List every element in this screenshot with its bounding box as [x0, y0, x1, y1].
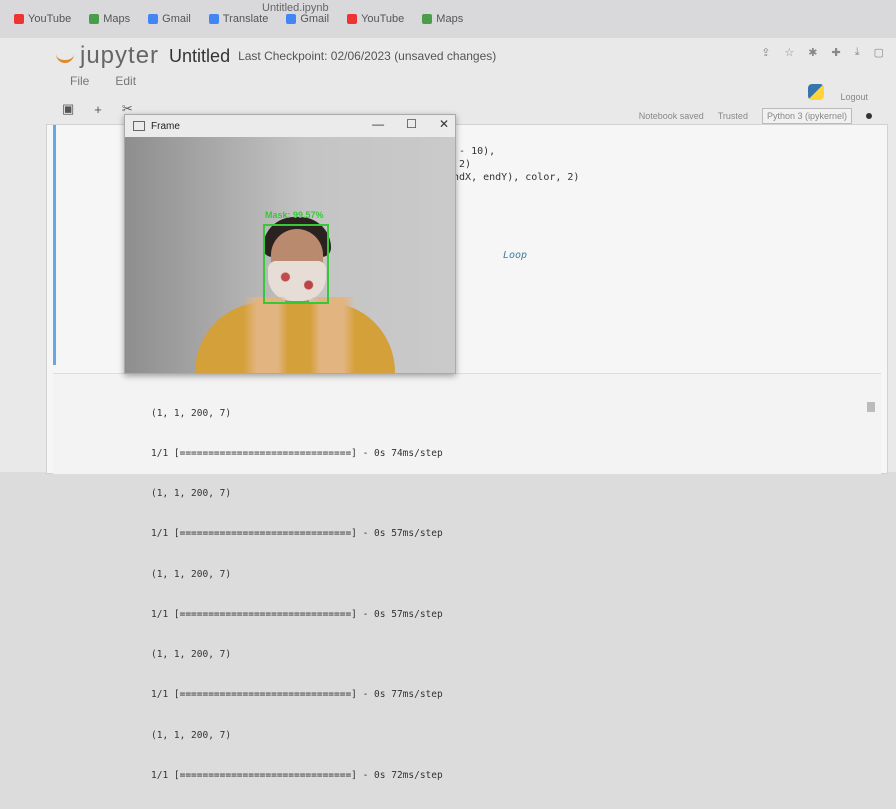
share-icon[interactable]: ⇪: [761, 46, 770, 59]
output-line: 1/1 [==============================] - 0…: [151, 448, 443, 460]
detection-box: [263, 224, 329, 304]
notebook-saved-label: Notebook saved: [638, 111, 704, 121]
person-scarf: [229, 297, 369, 373]
kernel-name[interactable]: Python 3 (ipykernel): [761, 108, 852, 124]
selected-cell-indicator: [53, 125, 56, 365]
bookmark-translate[interactable]: Translate: [208, 13, 268, 25]
frame-window[interactable]: Frame — ☐ ✕ Mask: 99.57%: [124, 114, 456, 374]
menu-file[interactable]: File: [70, 74, 89, 96]
star-icon[interactable]: ☆: [784, 46, 794, 59]
maps-icon: [422, 14, 433, 24]
minimize-button[interactable]: —: [372, 117, 384, 131]
code-comment: Loop: [503, 250, 528, 261]
output-line: (1, 1, 200, 7): [151, 649, 232, 661]
bookmark-youtube[interactable]: YouTube: [14, 13, 71, 25]
output-line: 1/1 [==============================] - 0…: [151, 608, 443, 620]
bookmarks-bar: YouTube Maps Gmail Translate Gmail YouTu…: [0, 0, 896, 38]
youtube-icon: [347, 14, 358, 24]
output-text: (1, 1, 200, 7) 1/1 [====================…: [151, 380, 443, 809]
menu-bar: File Edit: [56, 74, 896, 96]
output-line: 1/1 [==============================] - 0…: [151, 689, 443, 701]
code-line: , 2): [447, 159, 472, 170]
jupyter-orb-icon: [56, 50, 74, 63]
close-button[interactable]: ✕: [439, 117, 449, 131]
code-line: Y - 10),: [447, 146, 496, 157]
window-app-icon: [133, 121, 145, 131]
frame-title: Frame: [151, 120, 180, 132]
trusted-label[interactable]: Trusted: [718, 111, 748, 121]
kernel-status: Notebook saved Trusted Python 3 (ipykern…: [639, 108, 872, 124]
tab-title[interactable]: Untitled.ipynb: [262, 2, 329, 14]
code-cell[interactable]: Y - 10), , 2) endX, endY), color, 2) Loop: [447, 145, 579, 262]
google-icon: [286, 14, 297, 24]
save-icon[interactable]: ▣: [62, 101, 74, 117]
output-line: (1, 1, 200, 7): [151, 568, 232, 580]
output-line: (1, 1, 200, 7): [151, 729, 232, 741]
add-cell-icon[interactable]: +: [94, 102, 102, 117]
download-icon[interactable]: ⤓: [855, 46, 860, 59]
youtube-icon: [14, 14, 24, 24]
bookmark-youtube-2[interactable]: YouTube: [347, 13, 404, 25]
maps-icon: [89, 14, 100, 24]
output-scrollbar[interactable]: [867, 380, 875, 470]
window-controls: — ☐ ✕: [372, 117, 449, 131]
puzzle-icon[interactable]: ✚: [832, 46, 841, 59]
mask-label: Mask: 99.57%: [265, 210, 324, 220]
extension-icon[interactable]: ✱: [808, 46, 817, 59]
output-line: 1/1 [==============================] - 0…: [151, 769, 443, 781]
bookmark-gmail-2[interactable]: Gmail: [286, 13, 329, 25]
kernel-idle-icon: [866, 113, 872, 119]
browser-extension-icons: ⇪ ☆ ✱ ✚ ⤓ ▢: [761, 46, 884, 59]
window-icon[interactable]: ▢: [874, 46, 884, 59]
bookmark-maps[interactable]: Maps: [89, 13, 130, 25]
menu-edit[interactable]: Edit: [115, 74, 136, 96]
scrollbar-thumb[interactable]: [867, 402, 875, 412]
google-icon: [148, 14, 159, 24]
notebook-title[interactable]: Untitled: [169, 46, 230, 67]
webcam-feed: Mask: 99.57%: [125, 137, 455, 373]
code-line: endX, endY), color, 2): [447, 172, 580, 183]
bookmark-maps-2[interactable]: Maps: [422, 13, 463, 25]
output-line: (1, 1, 200, 7): [151, 488, 232, 500]
jupyter-page: jupyter Untitled Last Checkpoint: 02/06/…: [0, 38, 896, 781]
output-line: (1, 1, 200, 7): [151, 407, 232, 419]
checkpoint-status: Last Checkpoint: 02/06/2023 (unsaved cha…: [238, 49, 497, 63]
maximize-button[interactable]: ☐: [406, 117, 417, 131]
jupyter-logo[interactable]: jupyter: [56, 42, 159, 70]
output-line: 1/1 [==============================] - 0…: [151, 528, 443, 540]
bookmark-gmail[interactable]: Gmail: [148, 13, 191, 25]
cell-output: (1, 1, 200, 7) 1/1 [====================…: [53, 373, 881, 781]
translate-icon: [208, 14, 219, 24]
